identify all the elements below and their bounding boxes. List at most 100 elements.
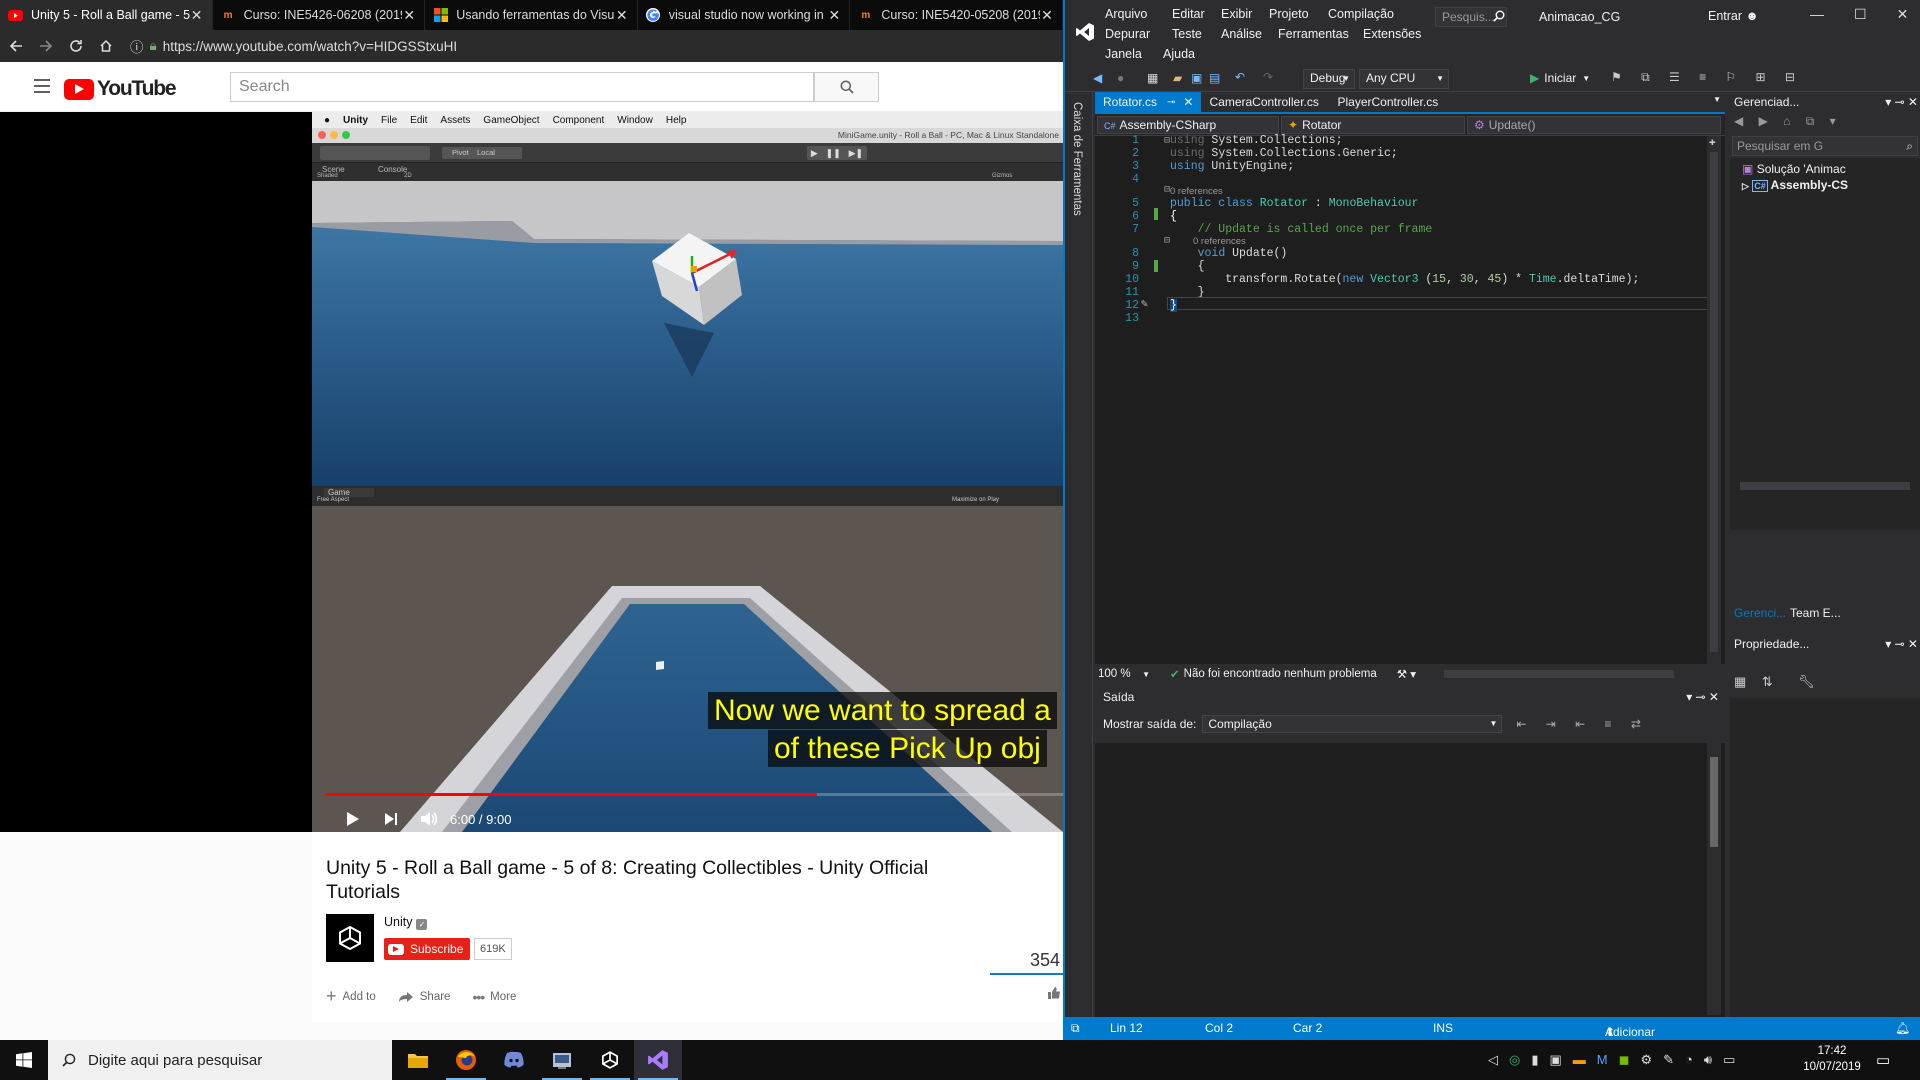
tree-item-solution[interactable]: ▣ Solução 'Animac <box>1742 162 1846 176</box>
horizontal-scrollbar[interactable] <box>1444 670 1674 678</box>
volume-icon[interactable] <box>420 811 438 827</box>
menu-analise[interactable]: Análise <box>1221 27 1262 41</box>
close-icon[interactable]: ✕ <box>827 7 841 24</box>
windows-start-icon[interactable] <box>0 1040 48 1080</box>
app-tray-icon[interactable]: ▣ <box>1550 1052 1562 1068</box>
output-text-area[interactable] <box>1095 743 1725 1023</box>
panel-controls[interactable]: ▾ ⊸ ✕ <box>1885 637 1918 651</box>
undo-icon[interactable]: ↶ <box>1235 70 1245 84</box>
collapse-icon[interactable]: ⊟ <box>1164 235 1170 247</box>
bell-icon[interactable]: 🔔︎ <box>1895 1021 1910 1035</box>
video-progress-bar[interactable] <box>325 793 1063 796</box>
maximize-icon[interactable]: ☐ <box>1854 6 1867 23</box>
file-explorer-icon[interactable] <box>394 1040 442 1080</box>
properties-toolbar[interactable]: ▦ ⇅ 🔧︎ <box>1734 674 1821 690</box>
tab-player-controller[interactable]: PlayerController.cs <box>1329 92 1446 112</box>
split-icon[interactable]: ✚ <box>1709 135 1716 149</box>
nav-back-icon[interactable]: ◀ <box>1093 71 1102 85</box>
horizontal-scrollbar[interactable] <box>1740 482 1910 490</box>
browser-tab[interactable]: m Curso: INE5426-06208 (2019 ✕ <box>213 0 426 30</box>
tab-overflow-icon[interactable]: ▼ <box>1713 95 1721 104</box>
member-dropdown[interactable]: ⚙ Update() <box>1467 116 1721 134</box>
issues-text[interactable]: Não foi encontrado nenhum problema <box>1184 668 1377 680</box>
hamburger-menu-icon[interactable] <box>34 79 50 93</box>
share-button[interactable]: Share <box>398 991 450 1003</box>
class-dropdown[interactable]: ✦ Rotator <box>1281 116 1465 134</box>
menu-arquivo[interactable]: Arquivo <box>1105 7 1147 21</box>
notifications-icon[interactable]: ▭ <box>1876 1051 1890 1069</box>
scrollbar-thumb[interactable] <box>1710 757 1718 847</box>
visual-studio-icon[interactable] <box>634 1040 682 1080</box>
menu-projeto[interactable]: Projeto <box>1269 7 1309 21</box>
unity-icon[interactable] <box>586 1040 634 1080</box>
start-debug-button[interactable]: ▶ Iniciar ▼ <box>1530 71 1590 85</box>
project-dropdown[interactable]: C# Assembly-CSharp <box>1097 116 1279 134</box>
browser-tab[interactable]: Usando ferramentas do Visua ✕ <box>425 0 638 30</box>
expand-icon[interactable]: ▷ <box>1742 181 1749 191</box>
taskbar-clock[interactable]: 17:42 10/07/2019 <box>1800 1043 1864 1075</box>
browser-tab[interactable]: m Curso: INE5420-05208 (2019 ✕ <box>850 0 1063 30</box>
youtube-logo[interactable]: YouTube <box>64 77 177 101</box>
malwarebytes-tray-icon[interactable]: M <box>1597 1052 1608 1068</box>
virtualbox-icon[interactable] <box>538 1040 586 1080</box>
config-dropdown[interactable]: Debug ▼ <box>1303 69 1355 89</box>
orange-tray-icon[interactable]: ▬ <box>1573 1052 1586 1068</box>
toolbox-panel-tab[interactable]: Caixa de Ferramentas <box>1065 92 1093 1040</box>
video-player[interactable]: ● Unity File Edit Assets GameObject Comp… <box>0 112 1063 832</box>
platform-dropdown[interactable]: Any CPU ▼ <box>1359 69 1449 89</box>
output-source-dropdown[interactable]: Compilação ▼ <box>1202 715 1503 733</box>
channel-avatar[interactable] <box>326 914 374 962</box>
close-icon[interactable]: ✕ <box>1040 7 1054 24</box>
close-icon[interactable]: ✕ <box>1183 95 1193 109</box>
browser-tab[interactable]: visual studio now working in ✕ <box>638 0 851 30</box>
discord-icon[interactable] <box>490 1040 538 1080</box>
subscribe-button[interactable]: Subscribe <box>384 938 471 960</box>
save-all-icon[interactable]: ▤ <box>1209 71 1220 85</box>
next-icon[interactable] <box>384 812 398 826</box>
screwdriver-icon[interactable]: ✎ <box>1141 296 1148 311</box>
menu-depurar[interactable]: Depurar <box>1105 27 1150 41</box>
channel-name[interactable]: Unity ✓ <box>384 915 428 930</box>
brush-icon[interactable]: ⚒ ▾ <box>1397 667 1416 681</box>
more-button[interactable]: ••• More <box>472 989 516 1005</box>
sign-in-link[interactable]: Entrar ☻ <box>1708 9 1759 23</box>
code-editor[interactable]: 1 2 3 4 5 6 7 8 9 10 11 12 13 ⊟ ⊟ ⊟ ✎ us… <box>1095 134 1725 664</box>
pin-icon[interactable]: ⊸ <box>1167 97 1175 108</box>
close-icon[interactable]: ✕ <box>615 7 629 24</box>
back-arrow-icon[interactable] <box>2 32 30 60</box>
address-bar[interactable]: ⓘ 🔒︎ https://www.youtube.com/watch?v=HID… <box>130 34 1050 58</box>
menu-janela[interactable]: Janela <box>1105 47 1142 61</box>
open-folder-icon[interactable]: ▰ <box>1173 71 1182 85</box>
search-input[interactable]: Search <box>230 72 814 102</box>
add-to-button[interactable]: + Add to <box>326 986 376 1007</box>
menu-ferramentas[interactable]: Ferramentas <box>1278 27 1349 41</box>
tab-gerenciador[interactable]: Gerenci... <box>1734 606 1786 620</box>
home-icon[interactable] <box>92 32 120 60</box>
new-project-icon[interactable]: ▦ <box>1147 71 1158 85</box>
tree-item-project[interactable]: ▷ C# Assembly-CS <box>1742 178 1848 192</box>
solution-explorer-toolbar[interactable]: ◀ ▶ ⌂ ⧉ ▾ <box>1734 114 1920 134</box>
menu-compilacao[interactable]: Compilação <box>1328 7 1394 21</box>
firefox-icon[interactable] <box>442 1040 490 1080</box>
search-icon[interactable] <box>1493 10 1505 22</box>
play-icon[interactable] <box>346 811 360 827</box>
close-icon[interactable]: ✕ <box>1897 6 1909 23</box>
menu-extensoes[interactable]: Extensões <box>1363 27 1421 41</box>
minimize-icon[interactable]: — <box>1810 6 1824 23</box>
code-lens[interactable]: 0 references <box>1170 186 1223 197</box>
search-button[interactable] <box>814 72 879 102</box>
steam-tray-icon[interactable]: ⚙ <box>1640 1052 1652 1068</box>
network-tray-icon[interactable]: ◔ <box>1685 1052 1693 1068</box>
code-lens[interactable]: 0 references <box>1193 236 1246 247</box>
redo-icon[interactable]: ↷ <box>1263 70 1273 84</box>
reload-icon[interactable] <box>62 32 90 60</box>
menu-editar[interactable]: Editar <box>1172 7 1205 21</box>
save-icon[interactable]: ▣ <box>1191 71 1202 85</box>
scrollbar-thumb[interactable] <box>1710 152 1718 652</box>
tab-rotator[interactable]: Rotator.cs ⊸ ✕ <box>1095 92 1202 112</box>
panel-controls[interactable]: ▾ ⊸ ✕ <box>1885 95 1918 109</box>
menu-teste[interactable]: Teste <box>1172 27 1202 41</box>
menu-exibir[interactable]: Exibir <box>1221 7 1252 21</box>
volume-tray-icon[interactable]: 🔊︎ <box>1704 1052 1712 1068</box>
battery-tray-icon[interactable]: ▮ <box>1531 1052 1538 1068</box>
